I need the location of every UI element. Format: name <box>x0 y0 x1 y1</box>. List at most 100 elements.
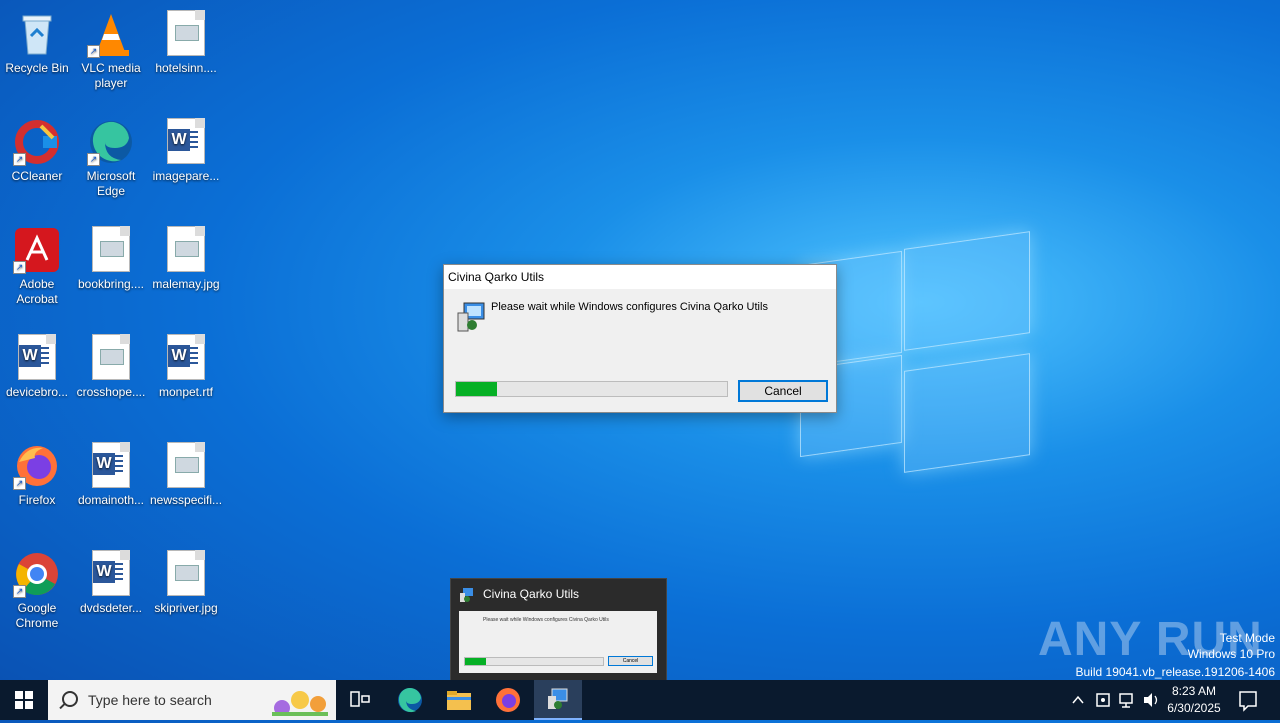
install-progress-bar <box>455 381 728 397</box>
firefox-icon <box>496 688 520 712</box>
action-center-button[interactable] <box>1236 680 1260 720</box>
network-icon <box>1119 693 1133 708</box>
desktop-icon-domainoth[interactable]: W domainoth... <box>75 436 147 508</box>
clock-date: 6/30/2025 <box>1167 701 1221 715</box>
notification-icon <box>1239 691 1257 712</box>
taskbar: Type here to search 8:23 AM 6/30/2025 <box>0 680 1280 720</box>
installer-icon <box>459 587 475 603</box>
ccleaner-icon: ↗ <box>13 118 61 166</box>
icon-label: domainoth... <box>77 493 145 507</box>
icon-label: Adobe Acrobat <box>16 277 58 306</box>
tray-app-icon <box>1096 693 1110 707</box>
desktop-icon-microsoft-edge[interactable]: ↗ Microsoft Edge <box>75 112 147 199</box>
watermark-edition: Windows 10 Pro <box>1187 647 1275 661</box>
icon-label: imagepare... <box>152 169 220 183</box>
desktop-icon-monpet[interactable]: W monpet.rtf <box>150 328 222 400</box>
desktop-icon-google-chrome[interactable]: ↗ Google Chrome <box>1 544 73 631</box>
firefox-icon: ↗ <box>13 442 61 490</box>
desktop-icon-firefox[interactable]: ↗ Firefox <box>1 436 73 508</box>
image-file-icon <box>162 226 210 274</box>
recycle-bin-icon <box>13 10 61 58</box>
edge-icon <box>398 687 422 713</box>
icon-label: Google Chrome <box>15 601 59 630</box>
icon-label: crosshope.... <box>76 385 146 399</box>
search-highlight-flowers-icon <box>272 691 328 716</box>
task-view-button[interactable] <box>336 680 384 720</box>
icon-label: VLC media player <box>81 61 141 90</box>
icon-label: skipriver.jpg <box>154 601 218 615</box>
desktop-icon-adobe-acrobat[interactable]: ↗ Adobe Acrobat <box>1 220 73 307</box>
icon-label: monpet.rtf <box>158 385 214 399</box>
icon-label: Recycle Bin <box>5 61 69 75</box>
taskbar-edge-button[interactable] <box>386 680 434 720</box>
chevron-up-icon <box>1072 695 1084 704</box>
icon-label: bookbring.... <box>77 277 145 291</box>
word-document-icon: W <box>87 550 135 598</box>
icon-label: malemay.jpg <box>152 277 220 291</box>
chrome-icon: ↗ <box>13 550 61 598</box>
word-document-icon: W <box>13 334 61 382</box>
icon-label: Firefox <box>18 493 56 507</box>
windows-start-icon <box>15 691 33 709</box>
taskbar-file-explorer-button[interactable] <box>435 680 483 720</box>
speaker-icon <box>1144 693 1158 707</box>
word-document-icon: W <box>162 118 210 166</box>
icon-label: Microsoft Edge <box>86 169 136 198</box>
icon-label: hotelsinn.... <box>155 61 217 75</box>
taskbar-search-box[interactable]: Type here to search <box>48 680 336 720</box>
show-hidden-icons-button[interactable] <box>1068 680 1088 720</box>
taskbar-clock[interactable]: 8:23 AM 6/30/2025 <box>1160 683 1228 717</box>
desktop-icon-ccleaner[interactable]: ↗ CCleaner <box>1 112 73 184</box>
desktop-icon-imagepare[interactable]: W imagepare... <box>150 112 222 184</box>
word-document-icon: W <box>87 442 135 490</box>
image-file-icon <box>87 334 135 382</box>
installer-icon <box>548 688 568 709</box>
cancel-button[interactable]: Cancel <box>738 380 828 402</box>
watermark-build: Build 19041.vb_release.191206-1406 <box>1075 665 1276 679</box>
image-file-icon <box>162 442 210 490</box>
word-document-icon: W <box>162 334 210 382</box>
search-placeholder: Type here to search <box>88 692 212 708</box>
image-file-icon <box>87 226 135 274</box>
desktop-icon-dvdsdeter[interactable]: W dvdsdeter... <box>75 544 147 616</box>
desktop-icon-malemay[interactable]: malemay.jpg <box>150 220 222 292</box>
vlc-cone-icon: ↗ <box>87 10 135 58</box>
thumbnail-title: Civina Qarko Utils <box>483 587 580 601</box>
network-button[interactable] <box>1117 680 1135 720</box>
thumbnail-message: Please wait while Windows configures Civ… <box>483 617 609 623</box>
thumbnail-progress-bar <box>464 657 604 666</box>
dialog-message: Please wait while Windows configures Civ… <box>491 301 768 313</box>
taskbar-thumbnail-preview[interactable]: Civina Qarko Utils Please wait while Win… <box>450 578 667 682</box>
desktop-icon-devicebro[interactable]: W devicebro... <box>1 328 73 400</box>
progress-fill <box>456 382 497 396</box>
desktop-icon-skipriver[interactable]: skipriver.jpg <box>150 544 222 616</box>
desktop-icon-recycle-bin[interactable]: Recycle Bin <box>1 4 73 76</box>
adobe-acrobat-icon: ↗ <box>13 226 61 274</box>
watermark-test-mode: Test Mode <box>1219 631 1275 645</box>
tray-app-button[interactable] <box>1094 680 1112 720</box>
folder-icon <box>447 691 471 710</box>
image-file-icon <box>162 10 210 58</box>
search-icon <box>62 691 78 707</box>
taskbar-firefox-button[interactable] <box>484 680 532 720</box>
desktop-icon-crosshope[interactable]: crosshope.... <box>75 328 147 400</box>
start-button[interactable] <box>0 680 48 720</box>
desktop-icon-vlc[interactable]: ↗ VLC media player <box>75 4 147 91</box>
task-view-icon <box>350 691 370 707</box>
edge-icon: ↗ <box>87 118 135 166</box>
icon-label: CCleaner <box>11 169 63 183</box>
thumbnail-window-preview: Please wait while Windows configures Civ… <box>459 611 657 673</box>
thumbnail-cancel-button: Cancel <box>608 656 653 666</box>
clock-time: 8:23 AM <box>1171 684 1217 698</box>
desktop-icon-hotelsinn[interactable]: hotelsinn.... <box>150 4 222 76</box>
icon-label: newsspecifi... <box>150 493 223 507</box>
desktop-icon-bookbring[interactable]: bookbring.... <box>75 220 147 292</box>
volume-button[interactable] <box>1141 680 1161 720</box>
image-file-icon <box>162 550 210 598</box>
desktop-icon-newsspecifi[interactable]: newsspecifi... <box>150 436 222 508</box>
icon-label: dvdsdeter... <box>79 601 143 615</box>
taskbar-installer-button[interactable] <box>534 680 582 720</box>
dialog-title[interactable]: Civina Qarko Utils <box>444 265 836 289</box>
installer-icon <box>456 301 486 333</box>
installer-dialog: Civina Qarko Utils Please wait while Win… <box>443 264 837 413</box>
